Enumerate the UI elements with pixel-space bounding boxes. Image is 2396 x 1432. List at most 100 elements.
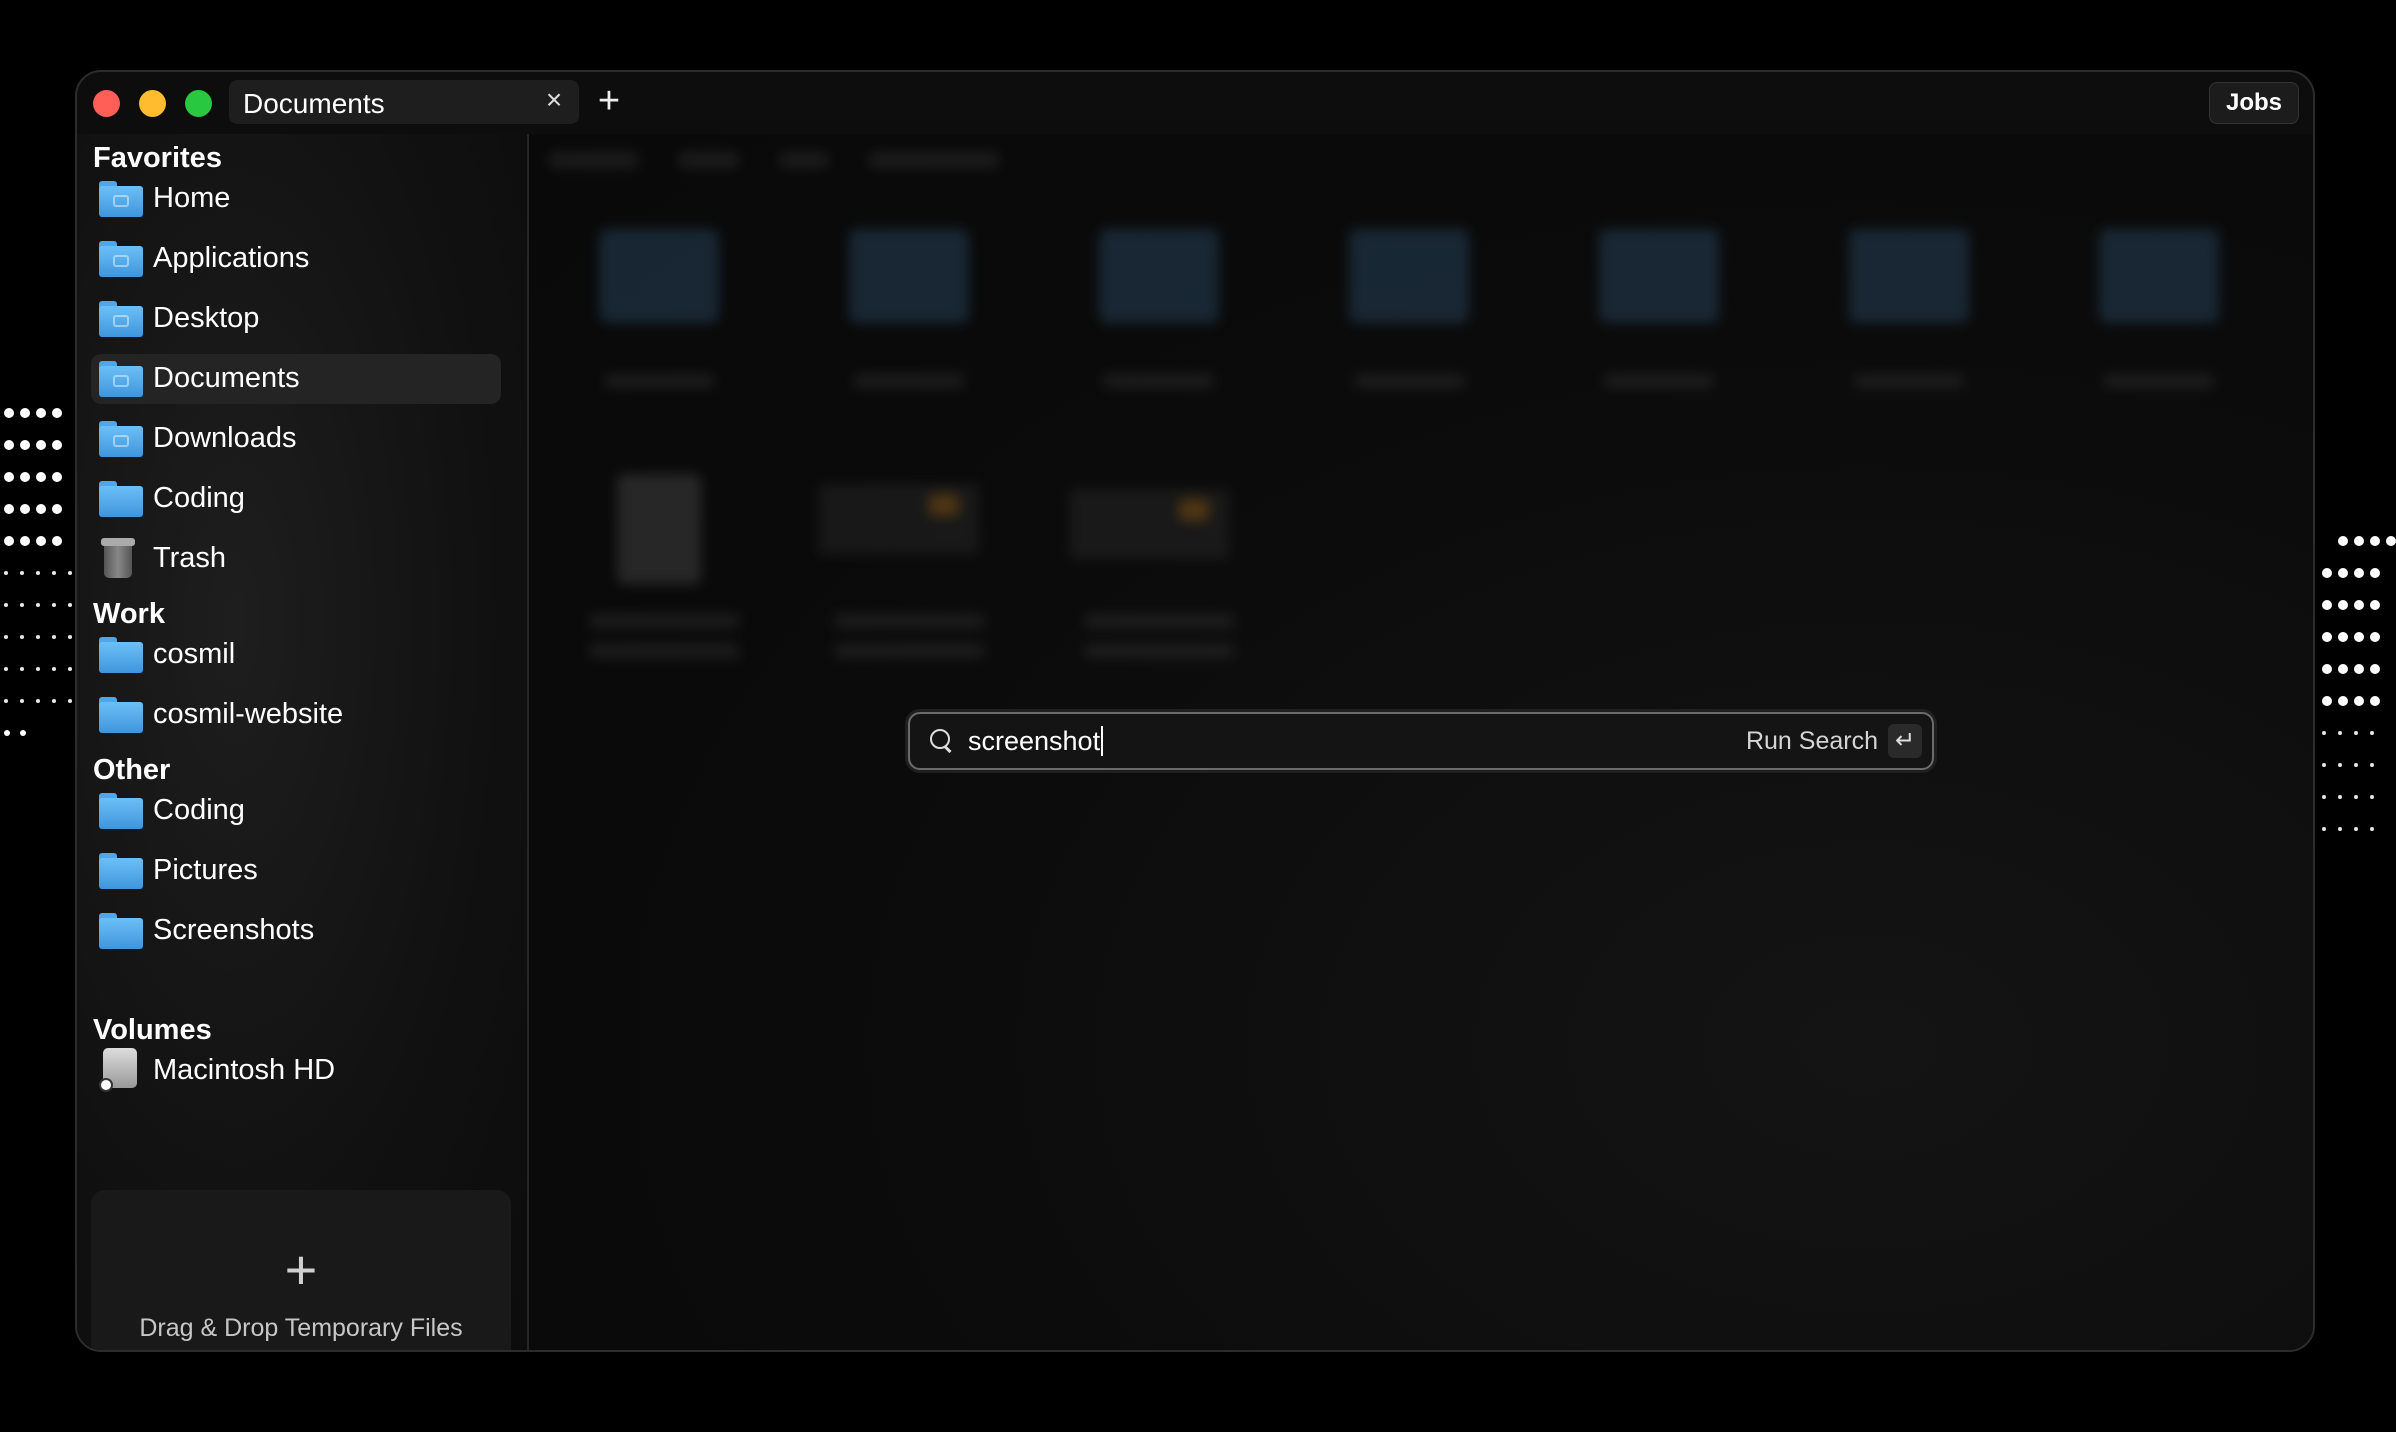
sidebar-item-pictures[interactable]: Pictures — [91, 846, 501, 896]
sidebar-item-trash[interactable]: Trash — [91, 534, 501, 584]
decorative-dot — [20, 472, 30, 482]
sidebar-item-label: Macintosh HD — [153, 1054, 336, 1086]
desktop-folder-icon — [99, 301, 143, 337]
blurred-file-grid — [529, 134, 2313, 694]
minimize-window-button[interactable] — [139, 90, 166, 117]
volumes-heading: Volumes — [93, 1014, 212, 1046]
decorative-dot — [52, 571, 56, 575]
decorative-dot — [2354, 568, 2364, 578]
decorative-dot — [2370, 731, 2374, 735]
sidebar-item-label: cosmil — [153, 638, 236, 670]
folder-icon — [99, 637, 143, 673]
decorative-dot — [52, 536, 62, 546]
dropzone-label: Drag & Drop Temporary Files — [139, 1314, 463, 1342]
sidebar-item-cosmil[interactable]: cosmil — [91, 630, 501, 680]
decorative-dot — [2338, 600, 2348, 610]
decorative-dot — [4, 699, 8, 703]
folder-icon — [99, 697, 143, 733]
decorative-dot — [20, 603, 24, 607]
decorative-dot — [36, 504, 46, 514]
decorative-dot — [4, 667, 8, 671]
sidebar-item-label: Coding — [153, 482, 245, 514]
sidebar: Favorites Home Applications Desktop Docu… — [77, 134, 529, 1350]
decorative-dot — [52, 603, 56, 607]
close-tab-icon[interactable]: × — [539, 85, 569, 115]
sidebar-item-label: Screenshots — [153, 914, 315, 946]
sidebar-item-label: cosmil-website — [153, 698, 344, 730]
decorative-dot — [4, 440, 14, 450]
decorative-dot — [2354, 664, 2364, 674]
decorative-dot — [2338, 731, 2342, 735]
temporary-files-dropzone[interactable]: + Drag & Drop Temporary Files — [91, 1190, 511, 1350]
decorative-dot — [2370, 795, 2374, 799]
decorative-dot — [2338, 795, 2342, 799]
close-window-button[interactable] — [93, 90, 120, 117]
decorative-dot — [4, 635, 8, 639]
decorative-dot — [36, 699, 40, 703]
finder-window: Documents × + Jobs Favorites Home Applic… — [75, 70, 2315, 1352]
decorative-dot — [20, 635, 24, 639]
decorative-dot — [2354, 763, 2358, 767]
sidebar-item-label: Documents — [153, 362, 300, 394]
decorative-dot — [2338, 827, 2342, 831]
decorative-dot — [52, 667, 56, 671]
sidebar-item-documents[interactable]: Documents — [91, 354, 501, 404]
sidebar-item-label: Trash — [153, 542, 227, 574]
applications-folder-icon — [99, 241, 143, 277]
search-input[interactable]: screenshot — [968, 726, 1104, 757]
decorative-dot — [2354, 696, 2364, 706]
decorative-dot — [36, 440, 46, 450]
sidebar-item-label: Downloads — [153, 422, 297, 454]
decorative-dot — [2354, 632, 2364, 642]
enter-key-icon[interactable]: ↵ — [1888, 724, 1922, 758]
sidebar-item-desktop[interactable]: Desktop — [91, 294, 501, 344]
downloads-folder-icon — [99, 421, 143, 457]
new-tab-button[interactable]: + — [589, 81, 629, 121]
decorative-dot — [2322, 600, 2332, 610]
decorative-dot — [20, 536, 30, 546]
sidebar-item-applications[interactable]: Applications — [91, 234, 501, 284]
other-heading: Other — [93, 754, 171, 786]
decorative-dot — [2322, 731, 2326, 735]
decorative-dot — [68, 571, 72, 575]
decorative-dot — [4, 603, 8, 607]
sidebar-item-macintosh-hd[interactable]: Macintosh HD — [91, 1046, 501, 1096]
sidebar-item-label: Applications — [153, 242, 310, 274]
decorative-dot — [2338, 664, 2348, 674]
decorative-dot — [20, 699, 24, 703]
sidebar-item-label: Pictures — [153, 854, 258, 886]
decorative-dot — [2322, 795, 2326, 799]
decorative-dot — [20, 408, 30, 418]
decorative-dot — [52, 408, 62, 418]
decorative-dot — [20, 571, 24, 575]
decorative-dot — [4, 504, 14, 514]
decorative-dot — [2354, 795, 2358, 799]
decorative-dot — [2354, 827, 2358, 831]
sidebar-item-screenshots[interactable]: Screenshots — [91, 906, 501, 956]
tab-documents[interactable]: Documents × — [229, 80, 579, 124]
decorative-dot — [2370, 600, 2380, 610]
zoom-window-button[interactable] — [185, 90, 212, 117]
decorative-dot — [52, 440, 62, 450]
search-bar[interactable]: screenshot Run Search ↵ — [908, 712, 1934, 770]
decorative-dot — [2386, 536, 2396, 546]
sidebar-item-home[interactable]: Home — [91, 174, 501, 224]
decorative-dot — [4, 472, 14, 482]
decorative-dot — [2322, 664, 2332, 674]
decorative-dot — [20, 667, 24, 671]
decorative-dot — [36, 667, 40, 671]
run-search-button[interactable]: Run Search — [1746, 727, 1878, 756]
search-icon — [930, 729, 952, 753]
decorative-dot — [2322, 827, 2326, 831]
decorative-dot — [68, 603, 72, 607]
sidebar-item-coding-other[interactable]: Coding — [91, 786, 501, 836]
decorative-dot — [68, 635, 72, 639]
decorative-dot — [2338, 763, 2342, 767]
decorative-dot — [68, 667, 72, 671]
decorative-dot — [68, 699, 72, 703]
sidebar-item-cosmil-website[interactable]: cosmil-website — [91, 690, 501, 740]
jobs-button[interactable]: Jobs — [2209, 82, 2299, 124]
sidebar-item-coding[interactable]: Coding — [91, 474, 501, 524]
sidebar-item-downloads[interactable]: Downloads — [91, 414, 501, 464]
decorative-dot — [4, 408, 14, 418]
